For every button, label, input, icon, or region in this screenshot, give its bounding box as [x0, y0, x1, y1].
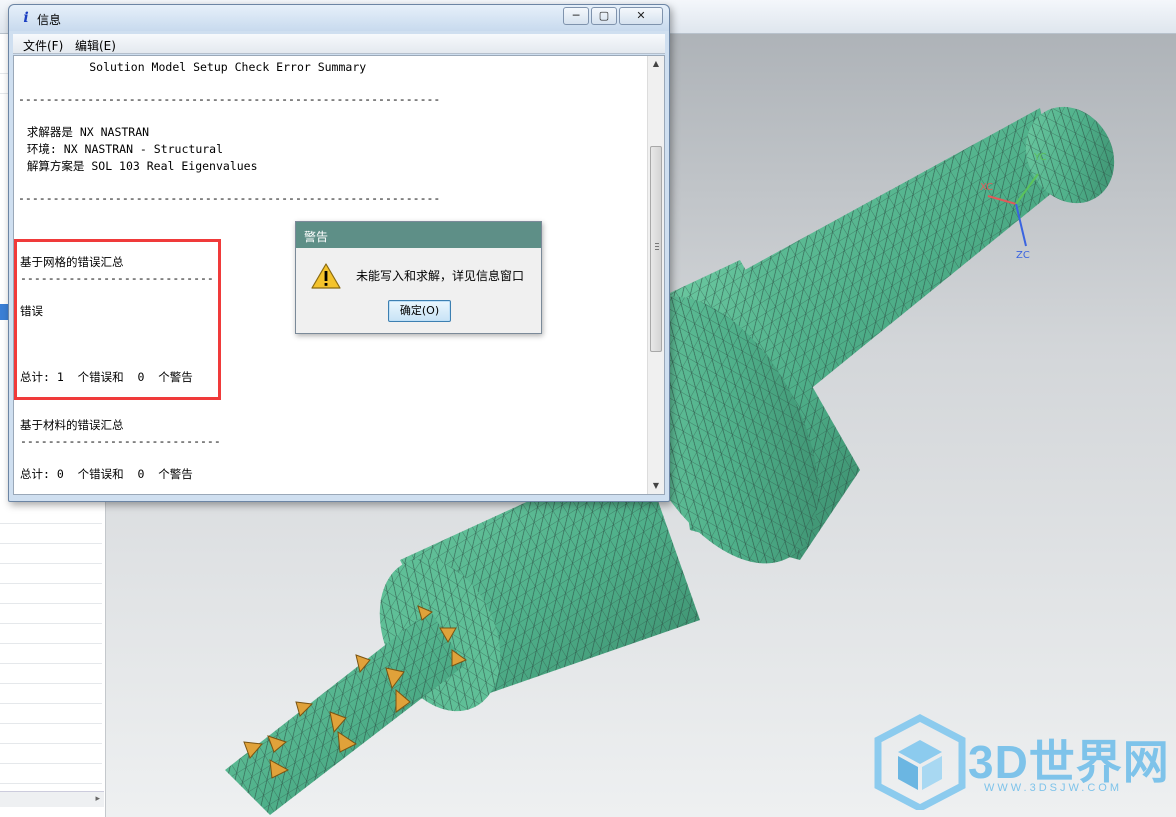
info-window-titlebar[interactable]: i 信息 ─ ▢ ✕	[9, 5, 669, 31]
x-axis-label: XC	[980, 182, 994, 193]
material-error-total: 总计: 0 个错误和 0 个警告	[20, 467, 193, 481]
info-menubar: 文件(F) 编辑(E)	[13, 34, 665, 54]
navigator-row[interactable]	[0, 704, 102, 724]
red-highlight-box	[14, 239, 221, 400]
scrollbar-thumb[interactable]	[650, 146, 662, 352]
divider-line: ----------------------------------------…	[18, 191, 441, 205]
navigator-row[interactable]	[0, 504, 102, 524]
maximize-button[interactable]: ▢	[591, 7, 617, 25]
vertical-scrollbar[interactable]: ▲ ▼	[647, 56, 664, 494]
watermark-subtitle: WWW.3DSJW.COM	[984, 782, 1122, 794]
navigator-row[interactable]	[0, 544, 102, 564]
close-button[interactable]: ✕	[619, 7, 663, 25]
navigator-row[interactable]	[0, 684, 102, 704]
scroll-up-icon[interactable]: ▲	[648, 56, 664, 72]
watermark-logo: 3D世界网 WWW.3DSJW.COM	[868, 712, 1170, 812]
navigator-row[interactable]	[0, 624, 102, 644]
menu-edit[interactable]: 编辑(E)	[75, 37, 116, 54]
warning-dialog: 警告 未能写入和求解，详见信息窗口 确定(O)	[295, 221, 542, 334]
solver-line: 求解器是 NX NASTRAN	[20, 125, 150, 139]
warning-dialog-title: 警告	[304, 230, 329, 244]
warning-triangle-icon	[311, 263, 341, 289]
minimize-button[interactable]: ─	[563, 7, 589, 25]
scroll-down-icon[interactable]: ▼	[648, 478, 664, 494]
warning-message: 未能写入和求解，详见信息窗口	[356, 269, 525, 283]
z-axis-label: ZC	[1016, 250, 1030, 261]
info-window-title: 信息	[37, 13, 62, 27]
summary-header: Solution Model Setup Check Error Summary	[20, 60, 367, 74]
navigator-horizontal-scrollbar[interactable]: ▸	[0, 791, 104, 807]
material-error-section-title: 基于材料的错误汇总	[20, 418, 124, 432]
info-icon: i	[23, 10, 29, 26]
warning-dialog-titlebar[interactable]: 警告	[296, 222, 541, 248]
cube-logo-icon	[874, 714, 966, 810]
ok-button[interactable]: 确定(O)	[388, 300, 451, 322]
navigator-row[interactable]	[0, 564, 102, 584]
navigator-row[interactable]	[0, 724, 102, 744]
divider-line: ----------------------------------------…	[18, 92, 441, 106]
solution-line: 解算方案是 SOL 103 Real Eigenvalues	[20, 159, 258, 173]
y-axis-label: YC	[1034, 152, 1047, 163]
environment-line: 环境: NX NASTRAN - Structural	[20, 142, 224, 156]
navigator-selection-marker	[0, 304, 8, 320]
navigator-row[interactable]	[0, 584, 102, 604]
menu-file[interactable]: 文件(F)	[23, 37, 63, 54]
material-divider: -----------------------------	[20, 434, 221, 448]
axis-triad-icon	[987, 173, 1039, 247]
navigator-row[interactable]	[0, 644, 102, 664]
navigator-row[interactable]	[0, 604, 102, 624]
navigator-row[interactable]	[0, 764, 102, 784]
navigator-row[interactable]	[0, 744, 102, 764]
navigator-row[interactable]	[0, 664, 102, 684]
navigator-row[interactable]	[0, 524, 102, 544]
